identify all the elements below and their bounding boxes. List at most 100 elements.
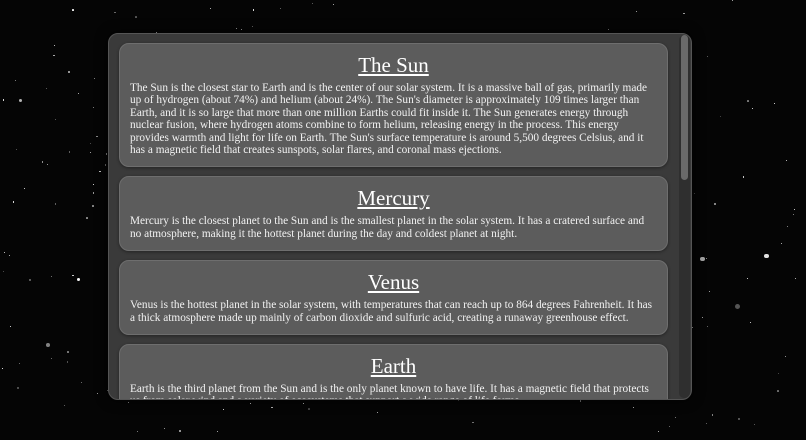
star: [241, 28, 242, 30]
star: [793, 214, 795, 216]
star: [279, 7, 282, 10]
star: [311, 3, 313, 5]
star: [693, 192, 695, 194]
star: [93, 183, 95, 185]
star: [72, 9, 74, 11]
star: [127, 402, 129, 404]
star: [90, 143, 92, 145]
star: [250, 403, 252, 405]
planet-description: Venus is the hottest planet in the solar…: [130, 299, 653, 324]
star: [657, 431, 659, 433]
star: [712, 414, 714, 416]
star: [210, 8, 212, 10]
star: [472, 421, 474, 424]
star: [252, 9, 255, 11]
star: [53, 44, 56, 46]
star: [747, 99, 749, 102]
star: [50, 275, 52, 277]
star: [742, 176, 745, 178]
star: [136, 430, 138, 432]
star: [92, 106, 94, 108]
planet-title: Earth: [370, 354, 417, 379]
star: [773, 102, 775, 104]
star: [114, 11, 116, 13]
star: [179, 430, 181, 432]
star: [12, 200, 15, 203]
star: [732, 0, 733, 2]
star: [9, 254, 11, 256]
star: [23, 188, 25, 190]
star: [50, 358, 52, 360]
planet-card-venus: Venus Venus is the hottest planet in the…: [119, 260, 668, 336]
star: [46, 163, 48, 165]
star: [706, 326, 708, 328]
star: [793, 208, 795, 210]
star: [738, 418, 740, 420]
star: [784, 355, 786, 357]
star: [700, 256, 705, 262]
star: [96, 392, 98, 394]
star: [705, 257, 707, 259]
star: [77, 92, 80, 95]
planet-card-earth: Earth Earth is the third planet from the…: [119, 344, 668, 399]
star: [707, 56, 708, 58]
star: [54, 119, 57, 121]
star: [53, 54, 55, 56]
star: [794, 277, 797, 279]
star: [68, 71, 70, 73]
star: [46, 343, 51, 348]
star: [94, 78, 96, 80]
star: [66, 360, 69, 363]
star: [41, 161, 43, 163]
star: [635, 10, 637, 12]
star: [135, 16, 138, 18]
star: [706, 423, 707, 424]
star: [76, 278, 80, 282]
scrollbar-thumb[interactable]: [681, 35, 688, 180]
star: [105, 164, 107, 166]
star: [92, 205, 94, 207]
star: [96, 135, 98, 138]
star: [18, 99, 22, 103]
star: [674, 416, 677, 419]
star: [781, 242, 782, 244]
star: [777, 390, 779, 392]
star: [271, 406, 273, 408]
star: [216, 430, 218, 432]
star: [332, 3, 335, 5]
star: [68, 151, 71, 153]
star: [17, 387, 19, 389]
star: [223, 408, 225, 410]
star: [719, 115, 722, 118]
star: [46, 87, 47, 89]
planets-list[interactable]: The Sun The Sun is the closest star to E…: [109, 34, 679, 399]
star: [607, 29, 610, 31]
star: [683, 12, 685, 15]
star: [787, 226, 789, 228]
star: [668, 425, 670, 427]
star: [235, 28, 237, 30]
star: [580, 400, 582, 402]
planet-description: The Sun is the closest star to Earth and…: [130, 82, 648, 157]
vertical-scrollbar[interactable]: [679, 35, 690, 398]
star: [778, 373, 780, 375]
planet-description: Mercury is the closest planet to the Sun…: [130, 215, 645, 240]
star: [303, 403, 305, 404]
star: [754, 423, 755, 425]
star: [4, 252, 5, 254]
star: [163, 427, 166, 430]
star: [10, 326, 11, 327]
star: [71, 274, 74, 277]
star: [764, 254, 769, 259]
star: [714, 203, 716, 205]
star: [747, 278, 748, 280]
star: [251, 26, 253, 28]
star: [377, 412, 379, 414]
star: [632, 407, 634, 409]
star: [92, 192, 95, 194]
star: [29, 279, 31, 281]
planet-title: Venus: [367, 270, 420, 295]
planets-panel: The Sun The Sun is the closest star to E…: [108, 33, 692, 400]
star: [308, 408, 311, 410]
star: [749, 321, 751, 323]
